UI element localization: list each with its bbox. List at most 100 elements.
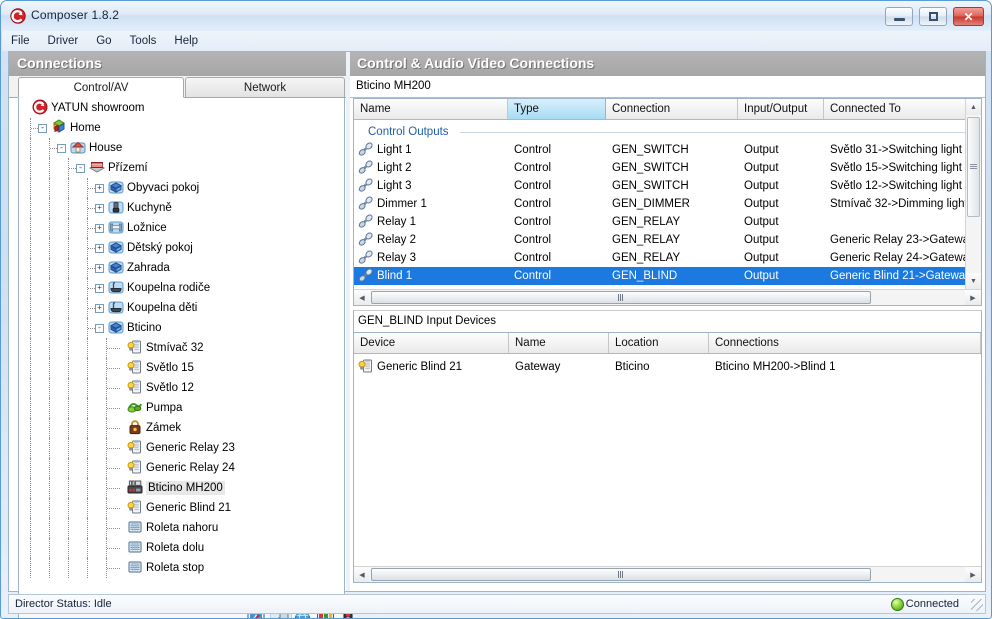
connections-grid-vscrollbar[interactable]: ▲ ▼ [965,99,981,289]
tree-expander-expand-icon[interactable]: + [95,244,104,253]
column-header-type[interactable]: Type [508,99,606,119]
menu-item-go[interactable]: Go [87,31,120,51]
tree-guide-line [49,218,50,238]
tree-guide-line [87,498,88,518]
tree-expander-expand-icon[interactable]: + [95,264,104,273]
tab-network[interactable]: Network [185,77,345,98]
cell-text: Generic Blind 21 [377,361,462,373]
light-device-icon [127,339,143,355]
scroll-up-icon[interactable]: ▲ [966,99,981,115]
tree-item-sv-tlo-15[interactable]: Světlo 15 [19,358,344,378]
column-header-input-output[interactable]: Input/Output [738,99,824,119]
resize-grip[interactable] [971,599,983,611]
tree-item-kuchyn[interactable]: + Kuchyně [19,198,344,218]
tree-item-roleta-dolu[interactable]: Roleta dolu [19,538,344,558]
tree-guide-stub [107,348,120,349]
tree-expander-expand-icon[interactable]: + [95,224,104,233]
tree-item-p-zem[interactable]: - Přízemí [19,158,344,178]
column-header-connected-to[interactable]: Connected To [824,99,981,119]
menu-item-file[interactable]: File [2,31,39,51]
tree-expander-expand-icon[interactable]: + [95,184,104,193]
tree-item-generic-blind-21[interactable]: Generic Blind 21 [19,498,344,518]
cell-text: Light 3 [377,180,412,192]
tree-guide-line [68,218,69,238]
scroll-down-icon[interactable]: ▼ [966,273,981,289]
menu-item-help[interactable]: Help [165,31,207,51]
connections-grid[interactable]: NameTypeConnectionInput/OutputConnected … [353,98,982,306]
tree-expander-expand-icon[interactable]: + [95,304,104,313]
tree-expander-collapse-icon[interactable]: - [57,144,66,153]
tree-item-yatun-showroom[interactable]: YATUN showroom [19,98,344,118]
cell-text: Generic Blind 21->Gateway [830,270,971,282]
tree-item-zahrada[interactable]: + Zahrada [19,258,344,278]
tree-expander-collapse-icon[interactable]: - [38,124,47,133]
tree-item-koupelna-d-ti[interactable]: + Koupelna děti [19,298,344,318]
tree-expander-expand-icon[interactable]: + [95,204,104,213]
tree-item-sv-tlo-12[interactable]: Světlo 12 [19,378,344,398]
tree-item-pumpa[interactable]: Pumpa [19,398,344,418]
table-row[interactable]: Relay 3ControlGEN_RELAYOutputGeneric Rel… [354,249,981,267]
cell-connected-to: Generic Blind 21->Gateway [830,267,981,285]
table-row[interactable]: Light 1ControlGEN_SWITCHOutputSvětlo 31-… [354,141,981,159]
column-header-device[interactable]: Device [354,333,509,353]
connection-icon [358,141,374,157]
menu-item-driver[interactable]: Driver [39,31,88,51]
column-header-name[interactable]: Name [354,99,508,119]
tab-control-av[interactable]: Control/AV [18,77,184,98]
column-header-name[interactable]: Name [509,333,609,353]
tree-expander-collapse-icon[interactable]: - [76,164,85,173]
table-row[interactable]: Relay 1ControlGEN_RELAYOutput [354,213,981,231]
column-header-connections[interactable]: Connections [709,333,981,353]
tree-item-house[interactable]: - House [19,138,344,158]
tree-item-bticino[interactable]: - Bticino [19,318,344,338]
table-row[interactable]: Blind 1ControlGEN_BLINDOutputGeneric Bli… [354,267,981,285]
scroll-left-icon[interactable]: ◀ [354,567,370,582]
column-header-location[interactable]: Location [609,333,709,353]
table-row[interactable]: Generic Blind 21GatewayBticinoBticino MH… [354,358,981,376]
light-device-icon [127,359,143,375]
vscroll-thumb[interactable] [967,117,980,217]
scroll-right-icon[interactable]: ▶ [965,290,981,305]
maximize-button[interactable] [919,7,947,26]
table-row[interactable]: Light 2ControlGEN_SWITCHOutputSvětlo 15-… [354,159,981,177]
tree-item-lo-nice[interactable]: + Ložnice [19,218,344,238]
tree-item-home[interactable]: - Home [19,118,344,138]
tree-guide-line [49,298,50,318]
tree-item-d-tsk-pokoj[interactable]: + Dětský pokoj [19,238,344,258]
table-row[interactable]: Dimmer 1ControlGEN_DIMMEROutputStmívač 3… [354,195,981,213]
keypad-icon [127,519,143,535]
input-devices-grid[interactable]: DeviceNameLocationConnections Generic Bl… [353,332,982,583]
cell-type: Control [514,249,606,267]
tree-item-bticino-mh200[interactable]: Bticino MH200 [19,478,344,498]
column-header-connection[interactable]: Connection [606,99,738,119]
menu-item-tools[interactable]: Tools [121,31,166,51]
project-tree[interactable]: YATUN showroom- Home- House- Přízemí+ Ob… [18,98,345,596]
tree-expander-collapse-icon[interactable]: - [95,324,104,333]
tree-item-label: Pumpa [146,402,182,414]
tree-item-generic-relay-23[interactable]: Generic Relay 23 [19,438,344,458]
light-device-icon [127,499,143,515]
tree-item-koupelna-rodi-e[interactable]: + Koupelna rodiče [19,278,344,298]
table-row[interactable]: Light 3ControlGEN_SWITCHOutputSvětlo 12-… [354,177,981,195]
tree-guide-line [49,238,50,258]
hscroll-thumb[interactable] [371,291,871,304]
scroll-left-icon[interactable]: ◀ [354,290,370,305]
minimize-button[interactable] [885,7,913,26]
tree-item-obyvaci-pokoj[interactable]: + Obyvaci pokoj [19,178,344,198]
tree-guide-line [68,278,69,298]
tree-item-roleta-stop[interactable]: Roleta stop [19,558,344,578]
close-button[interactable]: ✕ [953,7,984,26]
scroll-right-icon[interactable]: ▶ [965,567,981,582]
tree-guide-line [49,318,50,338]
connections-grid-hscrollbar[interactable]: ◀ ▶ [354,289,981,305]
tree-item-generic-relay-24[interactable]: Generic Relay 24 [19,458,344,478]
tree-item-z-mek[interactable]: Zámek [19,418,344,438]
hscroll-thumb[interactable] [371,568,871,581]
tree-guide-line [87,558,88,578]
tree-item-stm-va-32[interactable]: Stmívač 32 [19,338,344,358]
table-row[interactable]: Relay 2ControlGEN_RELAYOutputGeneric Rel… [354,231,981,249]
input-devices-hscrollbar[interactable]: ◀ ▶ [354,566,981,582]
tree-item-roleta-nahoru[interactable]: Roleta nahoru [19,518,344,538]
tree-expander-expand-icon[interactable]: + [95,284,104,293]
close-icon: ✕ [954,8,983,25]
